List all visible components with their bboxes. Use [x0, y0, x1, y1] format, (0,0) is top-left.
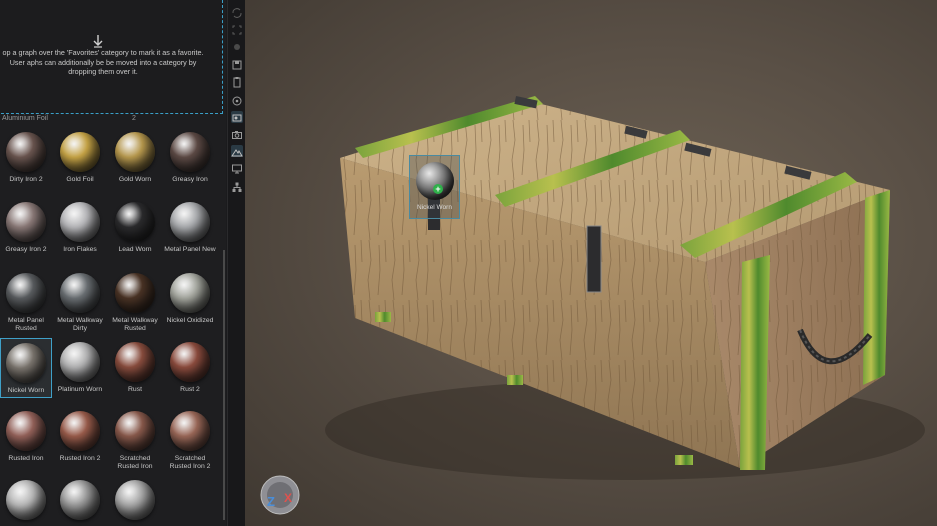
material-tile[interactable]: Metal Panel Rusted — [0, 269, 52, 333]
display-icon[interactable] — [231, 162, 243, 174]
material-tile[interactable] — [54, 476, 106, 524]
material-label: Lead Worn — [118, 246, 152, 253]
material-label: Metal Panel New — [164, 246, 216, 253]
material-preview-ball — [60, 342, 100, 382]
material-tile[interactable] — [0, 476, 52, 524]
material-label: Rusted Iron 2 — [59, 455, 101, 462]
axis-gizmo[interactable]: Z X — [259, 474, 301, 516]
material-tile[interactable]: Platinum Worn — [54, 338, 106, 394]
material-label: Gold Worn — [118, 176, 152, 183]
material-tile[interactable]: Scratched Rusted Iron 2 — [164, 407, 216, 471]
material-label: Metal Walkway Rusted — [112, 317, 158, 332]
material-preview-ball — [170, 411, 210, 451]
material-label: Greasy Iron — [172, 176, 208, 183]
material-preview-ball — [6, 480, 46, 520]
material-tile[interactable]: Lead Worn — [109, 198, 161, 254]
material-preview-ball — [415, 162, 454, 200]
sync-icon[interactable] — [231, 6, 243, 18]
material-tile[interactable]: Nickel Worn — [0, 338, 52, 398]
material-label: Metal Panel Rusted — [8, 317, 44, 332]
material-tile[interactable]: Greasy Iron 2 — [0, 198, 52, 254]
material-tile[interactable]: Gold Foil — [54, 128, 106, 184]
material-tile[interactable]: Metal Walkway Rusted — [109, 269, 161, 333]
material-tile[interactable]: Gold Worn — [109, 128, 161, 184]
material-preview-ball — [6, 411, 46, 451]
material-preview-ball — [170, 132, 210, 172]
material-label: Metal Walkway Dirty — [57, 317, 103, 332]
material-tile[interactable]: Rusted Iron 2 — [54, 407, 106, 463]
material-tile[interactable]: Metal Walkway Dirty — [54, 269, 106, 333]
material-preview-ball — [115, 202, 155, 242]
material-preview-ball — [115, 342, 155, 382]
material-label: Scratched Rusted Iron 2 — [169, 455, 211, 470]
material-preview-ball — [6, 132, 46, 172]
material-icon[interactable] — [231, 111, 243, 123]
environment-icon[interactable] — [231, 145, 243, 157]
material-label: Platinum Worn — [57, 386, 103, 393]
add-icon: + — [433, 184, 443, 194]
material-preview-ball — [60, 411, 100, 451]
material-label: Scratched Rusted Iron — [117, 455, 153, 470]
library-scrollbar[interactable] — [223, 250, 225, 520]
material-label: Iron Flakes — [63, 246, 97, 253]
material-preview-ball — [115, 480, 155, 520]
camera-icon[interactable] — [231, 128, 243, 140]
category-label-left: Aluminium Foil — [2, 115, 48, 122]
category-label-right: 2 — [132, 115, 136, 122]
material-tile[interactable]: Greasy Iron — [164, 128, 216, 184]
dot-icon[interactable] — [231, 40, 243, 52]
viewport-toolbar — [227, 0, 245, 526]
material-label: Nickel Worn — [7, 387, 45, 394]
target-icon[interactable] — [231, 94, 243, 106]
save-icon[interactable] — [231, 58, 243, 70]
material-label: Gold Foil — [66, 176, 94, 183]
material-preview-ball — [6, 273, 46, 313]
material-label: Greasy Iron 2 — [5, 246, 47, 253]
material-label: Nickel Oxidized — [166, 317, 214, 324]
z-axis-label: Z — [267, 494, 275, 509]
material-preview-ball — [115, 411, 155, 451]
material-tile[interactable]: Scratched Rusted Iron — [109, 407, 161, 471]
material-tile[interactable]: Rust 2 — [164, 338, 216, 394]
material-tile[interactable]: Rusted Iron — [0, 407, 52, 463]
material-tile[interactable]: Nickel Oxidized — [164, 269, 216, 325]
material-tile[interactable]: Dirty Iron 2 — [0, 128, 52, 184]
download-arrow-icon — [93, 35, 103, 48]
drag-preview-label: Nickel Worn — [417, 204, 452, 211]
material-preview-ball — [60, 132, 100, 172]
material-preview-ball — [60, 202, 100, 242]
material-label: Dirty Iron 2 — [9, 176, 43, 183]
material-preview-ball — [6, 343, 46, 383]
material-preview-ball — [6, 202, 46, 242]
material-preview-ball — [60, 480, 100, 520]
3d-viewport[interactable]: + Nickel Worn Z X — [245, 0, 937, 526]
fit-icon[interactable] — [231, 23, 243, 35]
material-label: Rust — [128, 386, 142, 393]
drag-preview: + Nickel Worn — [409, 155, 460, 219]
material-tile[interactable]: Metal Panel New — [164, 198, 216, 254]
favorites-drop-zone[interactable]: op a graph over the 'Favorites' category… — [0, 0, 223, 114]
material-tile[interactable]: Iron Flakes — [54, 198, 106, 254]
material-preview-ball — [170, 202, 210, 242]
crate-model — [325, 96, 925, 480]
material-preview-ball — [60, 273, 100, 313]
material-preview-ball — [115, 273, 155, 313]
clipboard-icon[interactable] — [231, 75, 243, 88]
material-label: Rusted Iron — [8, 455, 44, 462]
material-preview-ball — [170, 342, 210, 382]
material-label: Rust 2 — [180, 386, 200, 393]
material-preview-ball — [115, 132, 155, 172]
material-tile[interactable] — [109, 476, 161, 524]
hierarchy-icon[interactable] — [231, 180, 243, 192]
material-tile[interactable]: Rust — [109, 338, 161, 394]
drop-zone-hint: op a graph over the 'Favorites' category… — [2, 48, 204, 76]
material-library-panel: op a graph over the 'Favorites' category… — [0, 0, 226, 526]
material-preview-ball — [170, 273, 210, 313]
x-axis-label: X — [284, 491, 292, 505]
